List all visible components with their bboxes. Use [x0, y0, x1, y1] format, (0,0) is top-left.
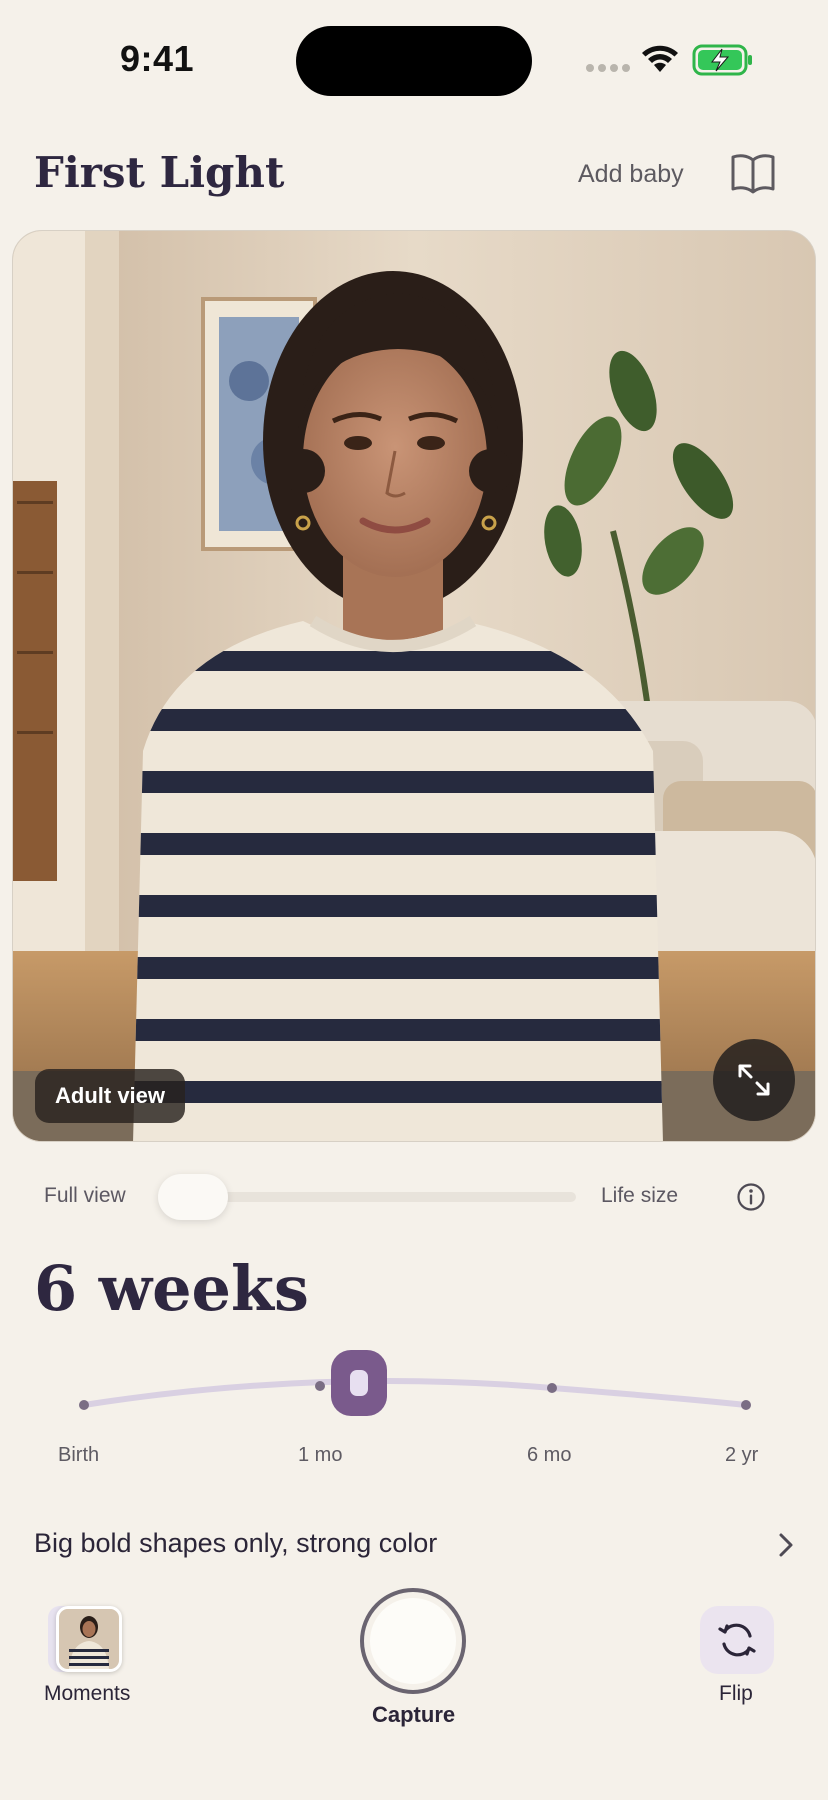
timeline-label-1mo: 1 mo — [298, 1444, 343, 1466]
adult-view-badge: Adult view — [35, 1069, 186, 1123]
zoom-slider-row: Full view Life size — [0, 1170, 828, 1222]
app-title: First Light — [34, 148, 285, 197]
timeline-label-2yr: 2 yr — [725, 1444, 759, 1466]
flip-button[interactable] — [700, 1606, 774, 1674]
full-view-label: Full view — [44, 1184, 126, 1207]
age-label: 6 weeks — [34, 1252, 309, 1325]
vision-tip-text: Big bold shapes only, strong color — [34, 1528, 438, 1558]
timeline-stop-1mo[interactable] — [315, 1381, 325, 1391]
capture-button[interactable] — [360, 1588, 466, 1694]
moments-label: Moments — [44, 1682, 131, 1705]
book-icon[interactable] — [730, 152, 776, 194]
life-size-label: Life size — [601, 1184, 679, 1207]
capture-button-inner — [370, 1598, 456, 1684]
battery-charging-icon — [692, 44, 752, 76]
age-timeline[interactable]: Birth 1 mo 6 mo 2 yr — [0, 1340, 828, 1480]
vision-tip-row[interactable]: Big bold shapes only, strong color — [0, 1518, 828, 1570]
flip-camera-icon — [718, 1623, 756, 1657]
add-baby-button[interactable]: Add baby — [578, 160, 684, 189]
status-bar: 9:41 — [0, 0, 828, 120]
wifi-icon — [642, 45, 678, 72]
zoom-slider-thumb[interactable] — [158, 1174, 228, 1220]
info-icon[interactable] — [736, 1182, 766, 1212]
timeline-label-birth: Birth — [58, 1444, 100, 1466]
chevron-right-icon — [779, 1533, 793, 1557]
flip-label: Flip — [719, 1682, 753, 1705]
camera-viewport[interactable]: Adult view — [12, 230, 816, 1142]
moments-button[interactable] — [56, 1606, 122, 1672]
expand-button[interactable] — [713, 1039, 795, 1121]
timeline-stop-6mo[interactable] — [547, 1383, 557, 1393]
capture-label: Capture — [372, 1702, 456, 1727]
camera-preview-image — [13, 231, 815, 1141]
timeline-stop-birth[interactable] — [79, 1400, 89, 1410]
timeline-label-6mo: 6 mo — [527, 1444, 572, 1466]
cellular-signal-icon — [586, 64, 630, 74]
timeline-stop-2yr[interactable] — [741, 1400, 751, 1410]
timeline-track — [79, 1350, 751, 1416]
expand-icon — [738, 1064, 770, 1096]
dynamic-island — [296, 26, 532, 96]
status-time: 9:41 — [120, 38, 195, 79]
moments-thumbnail — [59, 1609, 119, 1669]
